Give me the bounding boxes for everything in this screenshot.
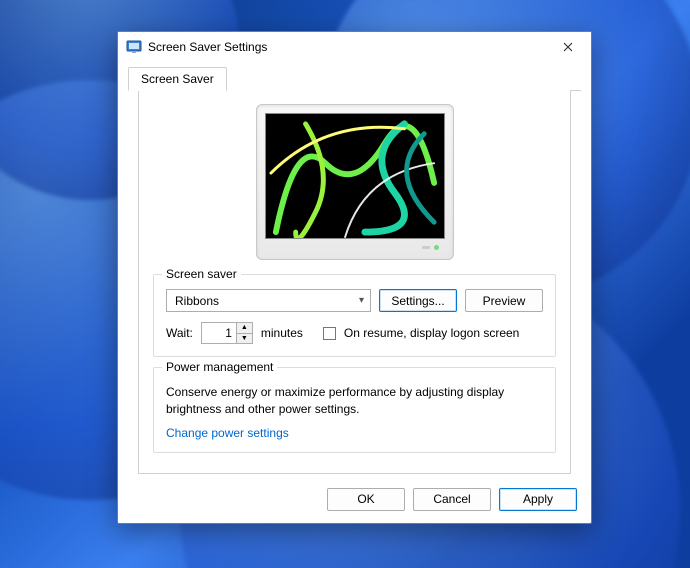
- monitor-frame: [256, 104, 454, 260]
- tab-strip: Screen Saver: [118, 62, 591, 480]
- dialog-button-row: OK Cancel Apply: [118, 480, 591, 523]
- preview-button[interactable]: Preview: [465, 289, 543, 312]
- change-power-settings-link[interactable]: Change power settings: [166, 426, 289, 440]
- monitor-led-icon: [434, 245, 439, 250]
- resume-label: On resume, display logon screen: [344, 326, 519, 340]
- settings-button[interactable]: Settings...: [379, 289, 457, 312]
- power-description: Conserve energy or maximize performance …: [166, 384, 543, 418]
- ribbons-preview-icon: [266, 114, 444, 238]
- window-title: Screen Saver Settings: [148, 40, 545, 54]
- screensaver-group: Screen saver Ribbons ▾ Settings... Previ…: [153, 274, 556, 357]
- power-management-group: Power management Conserve energy or maxi…: [153, 367, 556, 453]
- preview-area: [153, 104, 556, 260]
- tab-content: Screen saver Ribbons ▾ Settings... Previ…: [138, 90, 571, 474]
- screensaver-select[interactable]: Ribbons ▾: [166, 289, 371, 312]
- wait-label: Wait:: [166, 326, 193, 340]
- wait-unit-label: minutes: [261, 326, 303, 340]
- close-button[interactable]: [545, 32, 591, 62]
- screensaver-selected-value: Ribbons: [175, 294, 219, 308]
- screensaver-preview-screen: [265, 113, 445, 239]
- power-group-label: Power management: [162, 360, 277, 374]
- ok-button[interactable]: OK: [327, 488, 405, 511]
- monitor-button-icon: [422, 246, 430, 249]
- wait-spin-up[interactable]: ▲: [237, 323, 252, 334]
- tab-screen-saver[interactable]: Screen Saver: [128, 67, 227, 91]
- apply-button[interactable]: Apply: [499, 488, 577, 511]
- close-icon: [563, 42, 573, 52]
- screensaver-group-label: Screen saver: [162, 267, 241, 281]
- cancel-button[interactable]: Cancel: [413, 488, 491, 511]
- resume-checkbox[interactable]: [323, 327, 336, 340]
- wait-spin-down[interactable]: ▼: [237, 334, 252, 344]
- wait-spinner[interactable]: ▲ ▼: [201, 322, 253, 344]
- app-icon: [126, 39, 142, 55]
- titlebar[interactable]: Screen Saver Settings: [118, 32, 591, 62]
- wait-input[interactable]: [202, 323, 236, 343]
- screensaver-settings-dialog: Screen Saver Settings Screen Saver: [117, 31, 592, 524]
- chevron-down-icon: ▾: [359, 295, 364, 306]
